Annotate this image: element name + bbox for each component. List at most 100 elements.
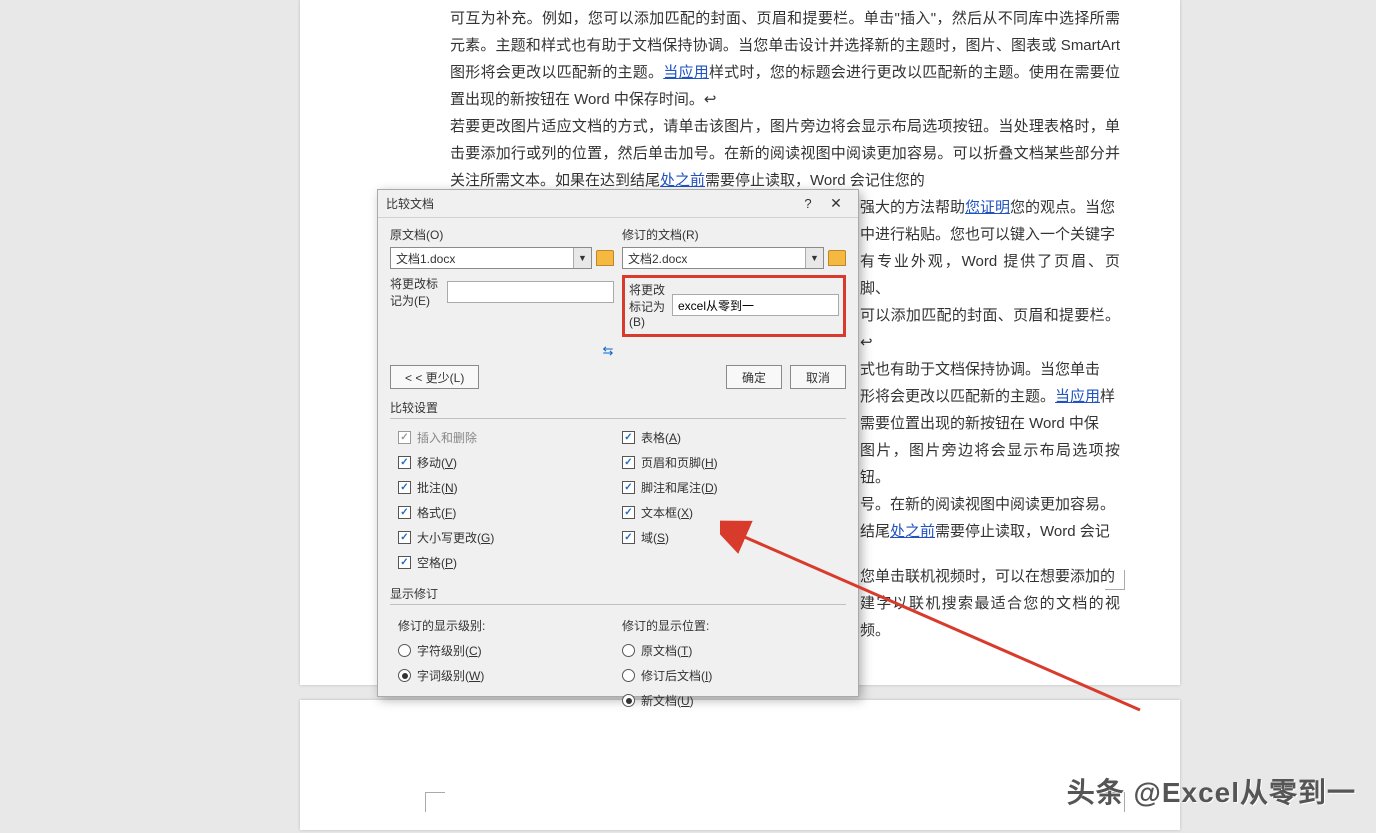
radio-option[interactable]: 字词级别(W) bbox=[398, 663, 622, 688]
checkbox-icon bbox=[398, 556, 411, 569]
text-8: 有专业外观，Word 提供了页眉、页脚、 bbox=[860, 253, 1120, 297]
browse-original-button[interactable] bbox=[596, 250, 614, 266]
mark-changes-b-label: 将更改标记为(B) bbox=[629, 281, 666, 329]
show-revisions-heading: 显示修订 bbox=[390, 585, 846, 605]
highlight-annotation: 将更改标记为(B) bbox=[622, 275, 846, 337]
checkbox-label: 表格(A) bbox=[641, 429, 681, 446]
radio-icon bbox=[622, 669, 635, 682]
text-7: 中进行粘贴。您也可以键入一个关键字 bbox=[860, 226, 1115, 243]
radio-icon bbox=[622, 644, 635, 657]
cancel-button[interactable]: 取消 bbox=[790, 365, 846, 389]
setting-checkbox[interactable]: 移动(V) bbox=[398, 450, 622, 475]
checkbox-icon bbox=[622, 481, 635, 494]
revision-location-label: 修订的显示位置: bbox=[622, 617, 846, 634]
link-dangyingyong2[interactable]: 当应用 bbox=[1055, 388, 1100, 405]
mark-changes-e-input[interactable] bbox=[447, 281, 614, 303]
text-18: 您单击联机视频时，可以在想要添加的 bbox=[860, 568, 1115, 585]
link-chuzhiqian[interactable]: 处之前 bbox=[660, 172, 705, 189]
dialog-title: 比较文档 bbox=[386, 195, 794, 212]
checkbox-label: 大小写更改(G) bbox=[417, 529, 494, 546]
less-button[interactable]: < < 更少(L) bbox=[390, 365, 479, 389]
swap-documents-button[interactable]: ⇆ bbox=[390, 343, 846, 359]
revised-doc-value: 文档2.docx bbox=[623, 250, 805, 267]
radio-icon bbox=[622, 694, 635, 707]
radio-option[interactable]: 新文档(U) bbox=[622, 688, 846, 713]
watermark: 头条 @Excel从零到一 bbox=[1067, 771, 1356, 811]
chevron-down-icon[interactable]: ▼ bbox=[573, 248, 591, 268]
setting-checkbox[interactable]: 域(S) bbox=[622, 525, 846, 550]
browse-revised-button[interactable] bbox=[828, 250, 846, 266]
revised-doc-label: 修订的文档(R) bbox=[622, 226, 846, 243]
text-14: 图片，图片旁边将会显示布局选项按钮。 bbox=[860, 442, 1120, 486]
text-6: 您的观点。当您 bbox=[1010, 199, 1115, 216]
checkbox-icon bbox=[622, 456, 635, 469]
text-4: 需要停止读取，Word 会记住您的 bbox=[705, 172, 925, 189]
checkbox-label: 插入和删除 bbox=[417, 429, 477, 446]
checkbox-label: 域(S) bbox=[641, 529, 669, 546]
setting-checkbox[interactable]: 空格(P) bbox=[398, 550, 622, 575]
radio-label: 原文档(T) bbox=[641, 642, 692, 659]
checkbox-icon bbox=[622, 531, 635, 544]
checkbox-icon bbox=[398, 456, 411, 469]
original-doc-combobox[interactable]: 文档1.docx ▼ bbox=[390, 247, 592, 269]
original-doc-label: 原文档(O) bbox=[390, 226, 614, 243]
radio-label: 修订后文档(I) bbox=[641, 667, 712, 684]
radio-icon bbox=[398, 644, 411, 657]
radio-option[interactable]: 修订后文档(I) bbox=[622, 663, 846, 688]
setting-checkbox[interactable]: 文本框(X) bbox=[622, 500, 846, 525]
help-button[interactable]: ? bbox=[794, 192, 822, 216]
setting-checkbox[interactable]: 批注(N) bbox=[398, 475, 622, 500]
checkbox-icon bbox=[622, 506, 635, 519]
text-16: 结尾 bbox=[860, 523, 890, 540]
text-11: 形将会更改以匹配新的主题。 bbox=[860, 388, 1055, 405]
checkbox-icon bbox=[398, 531, 411, 544]
compare-settings-heading: 比较设置 bbox=[390, 399, 846, 419]
text-13: 需要位置出现的新按钮在 Word 中保 bbox=[860, 415, 1099, 432]
revision-level-label: 修订的显示级别: bbox=[398, 617, 622, 634]
mark-changes-e-label: 将更改标记为(E) bbox=[390, 275, 441, 309]
text-12: 样 bbox=[1100, 388, 1115, 405]
text-19: 建字以联机搜索最适合您的文档的视频。 bbox=[860, 595, 1120, 639]
radio-label: 字词级别(W) bbox=[417, 667, 484, 684]
page-corner bbox=[425, 792, 445, 812]
checkbox-label: 移动(V) bbox=[417, 454, 457, 471]
setting-checkbox[interactable]: 大小写更改(G) bbox=[398, 525, 622, 550]
text-10: 式也有助于文档保持协调。当您单击 bbox=[860, 361, 1100, 378]
checkbox-label: 批注(N) bbox=[417, 479, 458, 496]
checkbox-icon bbox=[398, 431, 411, 444]
checkbox-label: 格式(F) bbox=[417, 504, 456, 521]
checkbox-label: 页眉和页脚(H) bbox=[641, 454, 718, 471]
radio-option[interactable]: 字符级别(C) bbox=[398, 638, 622, 663]
link-nizhengming[interactable]: 您证明 bbox=[965, 199, 1010, 216]
link-chuzhiqian2[interactable]: 处之前 bbox=[890, 523, 935, 540]
checkbox-icon bbox=[398, 506, 411, 519]
text-5: 强大的方法帮助 bbox=[860, 199, 965, 216]
setting-checkbox: 插入和删除 bbox=[398, 425, 622, 450]
chevron-down-icon[interactable]: ▼ bbox=[805, 248, 823, 268]
mark-changes-b-input[interactable] bbox=[672, 294, 839, 316]
checkbox-label: 脚注和尾注(D) bbox=[641, 479, 718, 496]
text-9: 可以添加匹配的封面、页眉和提要栏。↩ bbox=[860, 307, 1120, 351]
checkbox-icon bbox=[622, 431, 635, 444]
text-15: 号。在新的阅读视图中阅读更加容易。 bbox=[860, 496, 1115, 513]
text-17: 需要停止读取，Word 会记 bbox=[935, 523, 1110, 540]
setting-checkbox[interactable]: 表格(A) bbox=[622, 425, 846, 450]
checkbox-label: 空格(P) bbox=[417, 554, 457, 571]
radio-icon bbox=[398, 669, 411, 682]
page-corner bbox=[1105, 570, 1125, 590]
compare-documents-dialog: 比较文档 ? ✕ 原文档(O) 文档1.docx ▼ 将更改标记为(E) bbox=[377, 189, 859, 697]
radio-label: 字符级别(C) bbox=[417, 642, 482, 659]
setting-checkbox[interactable]: 页眉和页脚(H) bbox=[622, 450, 846, 475]
revised-doc-combobox[interactable]: 文档2.docx ▼ bbox=[622, 247, 824, 269]
checkbox-label: 文本框(X) bbox=[641, 504, 693, 521]
setting-checkbox[interactable]: 脚注和尾注(D) bbox=[622, 475, 846, 500]
original-doc-value: 文档1.docx bbox=[391, 250, 573, 267]
setting-checkbox[interactable]: 格式(F) bbox=[398, 500, 622, 525]
dialog-titlebar[interactable]: 比较文档 ? ✕ bbox=[378, 190, 858, 218]
close-button[interactable]: ✕ bbox=[822, 192, 850, 216]
link-dangyingyong[interactable]: 当应用 bbox=[663, 64, 709, 81]
radio-option[interactable]: 原文档(T) bbox=[622, 638, 846, 663]
ok-button[interactable]: 确定 bbox=[726, 365, 782, 389]
radio-label: 新文档(U) bbox=[641, 692, 694, 709]
checkbox-icon bbox=[398, 481, 411, 494]
